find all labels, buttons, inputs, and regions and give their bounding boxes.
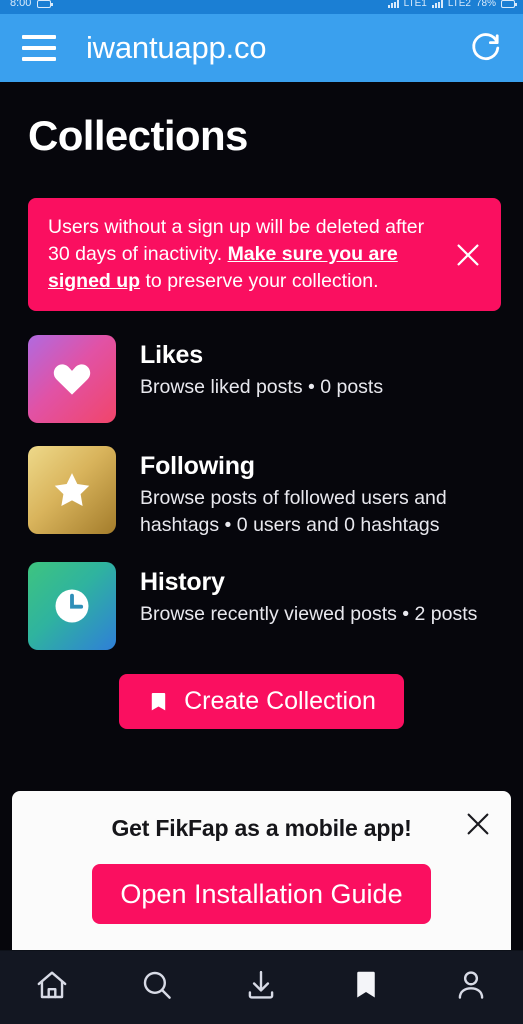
- collection-text-following: Following Browse posts of followed users…: [116, 446, 499, 539]
- heart-icon: [28, 335, 116, 424]
- create-collection-label: Create Collection: [184, 687, 376, 716]
- install-app-banner: Get FikFap as a mobile app! Open Install…: [12, 791, 511, 950]
- page-title: Collections: [28, 112, 248, 159]
- browser-toolbar: iwantuapp.co: [0, 14, 523, 82]
- signup-warning-text: Users without a sign up will be deleted …: [48, 214, 445, 295]
- close-icon[interactable]: [457, 803, 499, 845]
- collection-title: History: [140, 568, 225, 597]
- collection-title: Following: [140, 452, 255, 481]
- nav-item-downloads[interactable]: [231, 958, 291, 1018]
- collection-item-likes[interactable]: Likes Browse liked posts • 0 posts: [28, 335, 499, 424]
- open-installation-guide-button[interactable]: Open Installation Guide: [92, 864, 431, 924]
- install-banner-title: Get FikFap as a mobile app!: [111, 815, 412, 841]
- status-time: 8:00: [10, 0, 32, 9]
- close-icon[interactable]: [445, 232, 491, 278]
- collection-item-history[interactable]: History Browse recently viewed posts • 2…: [28, 562, 499, 651]
- collection-subtitle: Browse liked posts • 0 posts: [140, 376, 384, 399]
- app-root: 8:00 LTE1 LTE2 78% iwantuapp.co Collecti…: [0, 0, 523, 1024]
- url-text: iwantuapp.co: [86, 30, 267, 65]
- home-icon: [34, 967, 70, 1008]
- create-collection-button[interactable]: Create Collection: [119, 674, 404, 730]
- star-icon: [28, 446, 116, 535]
- carrier-label-left: LTE1: [403, 0, 427, 9]
- nav-item-home[interactable]: [22, 958, 82, 1018]
- status-bar-left: 8:00: [10, 0, 54, 9]
- page-content: Collections Users without a sign up will…: [0, 82, 523, 950]
- carrier-label-right: LTE2: [447, 0, 471, 9]
- battery-icon: [501, 0, 517, 8]
- status-bar-right: LTE1 LTE2 78%: [387, 0, 517, 9]
- collection-title: Likes: [140, 341, 203, 370]
- bookmark-icon: [147, 688, 170, 716]
- signup-warning-banner: Users without a sign up will be deleted …: [28, 198, 501, 312]
- nav-item-profile[interactable]: [441, 958, 501, 1018]
- signal-icon-1: [387, 0, 399, 8]
- reload-icon[interactable]: [465, 28, 505, 68]
- search-icon: [139, 967, 175, 1008]
- signal-icon-2: [431, 0, 443, 8]
- collections-list: Likes Browse liked posts • 0 posts Follo…: [0, 335, 523, 651]
- url-bar[interactable]: iwantuapp.co: [86, 25, 453, 71]
- bookmark-icon: [351, 967, 381, 1008]
- battery-percent: 78%: [475, 0, 496, 9]
- status-bar: 8:00 LTE1 LTE2 78%: [0, 0, 523, 14]
- notification-icon: [37, 0, 54, 8]
- bottom-navigation-bar: [0, 950, 523, 1024]
- create-collection-wrap: Create Collection: [0, 674, 523, 730]
- collection-text-likes: Likes Browse liked posts • 0 posts: [116, 335, 499, 401]
- collection-subtitle: Browse recently viewed posts • 2 posts: [140, 603, 478, 626]
- collection-text-history: History Browse recently viewed posts • 2…: [116, 562, 499, 628]
- collection-item-following[interactable]: Following Browse posts of followed users…: [28, 446, 499, 539]
- person-icon: [453, 967, 489, 1008]
- collection-subtitle: Browse posts of followed users and hasht…: [140, 487, 447, 537]
- hamburger-menu-icon[interactable]: [22, 35, 56, 61]
- clock-icon: [28, 562, 116, 651]
- nav-item-search[interactable]: [127, 958, 187, 1018]
- warning-text-after: to preserve your collection.: [140, 270, 379, 293]
- nav-item-collections[interactable]: [336, 958, 396, 1018]
- download-icon: [243, 967, 279, 1008]
